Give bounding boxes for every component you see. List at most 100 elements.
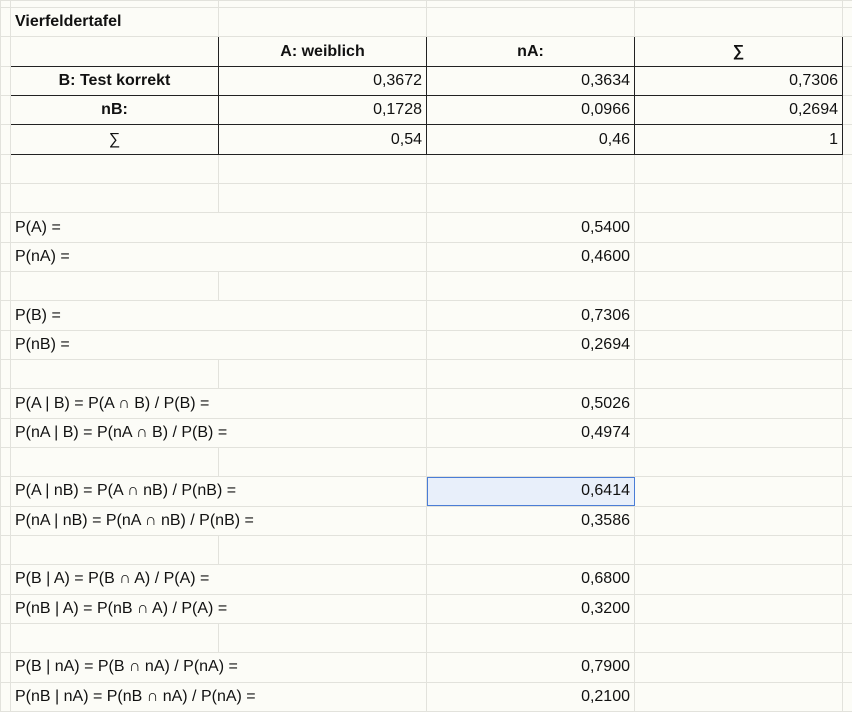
cell[interactable]	[218, 153, 427, 185]
cell[interactable]	[426, 183, 635, 214]
prob-value[interactable]: 0,2694	[426, 329, 635, 361]
cell[interactable]	[218, 446, 427, 478]
cell[interactable]	[842, 652, 852, 683]
prob-value[interactable]: 0,6800	[426, 564, 635, 595]
cell[interactable]	[0, 388, 11, 419]
prob-value[interactable]: 0,3586	[426, 505, 635, 536]
cell[interactable]	[842, 505, 852, 536]
column-header-a[interactable]: A: weiblich	[218, 36, 427, 67]
cell[interactable]	[634, 446, 843, 478]
cell[interactable]	[426, 534, 635, 566]
cell[interactable]	[634, 7, 843, 38]
row-header-b[interactable]: B: Test korrekt	[10, 65, 219, 97]
cell[interactable]	[0, 95, 11, 126]
cell[interactable]	[218, 622, 427, 654]
cell[interactable]	[0, 0, 11, 9]
cell[interactable]	[0, 36, 11, 67]
cell[interactable]	[10, 271, 219, 302]
cell[interactable]	[634, 241, 843, 273]
cell[interactable]	[842, 564, 852, 595]
cell[interactable]	[634, 212, 843, 243]
cell[interactable]	[842, 0, 852, 9]
cell[interactable]	[842, 476, 852, 507]
table-cell[interactable]: 0,2694	[634, 95, 843, 126]
prob-value[interactable]: 0,4600	[426, 241, 635, 273]
row-header-sum[interactable]: ∑	[10, 124, 219, 155]
cell[interactable]	[842, 300, 852, 331]
cell[interactable]	[10, 0, 219, 9]
cell[interactable]	[842, 622, 852, 654]
table-cell[interactable]: 0,3672	[218, 65, 427, 97]
cell[interactable]	[0, 300, 11, 331]
cell[interactable]	[634, 271, 843, 302]
cell[interactable]	[0, 212, 11, 243]
cell[interactable]	[10, 534, 219, 566]
cell[interactable]	[634, 681, 843, 712]
cell[interactable]	[426, 0, 635, 9]
cell[interactable]	[634, 417, 843, 449]
cell[interactable]	[842, 65, 852, 97]
prob-value[interactable]: 0,3200	[426, 593, 635, 624]
cell[interactable]	[0, 359, 11, 390]
prob-label[interactable]: P(nB) =	[10, 329, 427, 361]
cell[interactable]	[218, 534, 427, 566]
cell[interactable]	[10, 183, 219, 214]
cell[interactable]	[842, 124, 852, 155]
table-corner-cell[interactable]	[10, 36, 219, 67]
prob-label[interactable]: P(nA) =	[10, 241, 427, 273]
cell[interactable]	[634, 0, 843, 9]
cell[interactable]	[0, 417, 11, 449]
prob-value[interactable]: 0,5026	[426, 388, 635, 419]
cell[interactable]	[634, 476, 843, 507]
cell[interactable]	[842, 212, 852, 243]
prob-label[interactable]: P(nA | B) = P(nA ∩ B) / P(B) =	[10, 417, 427, 449]
prob-label[interactable]: P(nA | nB) = P(nA ∩ nB) / P(nB) =	[10, 505, 427, 536]
cell[interactable]	[634, 593, 843, 624]
prob-label[interactable]: P(B | A) = P(B ∩ A) / P(A) =	[10, 564, 427, 595]
prob-label[interactable]: P(nB | A) = P(nB ∩ A) / P(A) =	[10, 593, 427, 624]
cell[interactable]	[842, 534, 852, 566]
prob-label[interactable]: P(B | nA) = P(B ∩ nA) / P(nA) =	[10, 652, 427, 683]
cell[interactable]	[0, 476, 11, 507]
cell[interactable]	[426, 622, 635, 654]
cell[interactable]	[0, 622, 11, 654]
cell[interactable]	[0, 65, 11, 97]
cell[interactable]	[634, 564, 843, 595]
sheet-title[interactable]: Vierfeldertafel	[10, 7, 219, 38]
cell[interactable]	[634, 300, 843, 331]
prob-value[interactable]: 0,2100	[426, 681, 635, 712]
table-cell[interactable]: 0,0966	[426, 95, 635, 126]
cell[interactable]	[634, 153, 843, 185]
cell[interactable]	[842, 95, 852, 126]
cell[interactable]	[634, 652, 843, 683]
cell[interactable]	[0, 124, 11, 155]
prob-label[interactable]: P(A | B) = P(A ∩ B) / P(B) =	[10, 388, 427, 419]
cell[interactable]	[0, 183, 11, 214]
cell[interactable]	[842, 593, 852, 624]
cell[interactable]	[0, 564, 11, 595]
cell[interactable]	[426, 359, 635, 390]
cell[interactable]	[426, 271, 635, 302]
cell[interactable]	[0, 446, 11, 478]
table-cell[interactable]: 0,7306	[634, 65, 843, 97]
cell[interactable]	[842, 388, 852, 419]
cell[interactable]	[426, 7, 635, 38]
cell[interactable]	[218, 183, 427, 214]
cell[interactable]	[426, 446, 635, 478]
cell[interactable]	[218, 0, 427, 9]
prob-value[interactable]: 0,5400	[426, 212, 635, 243]
prob-label[interactable]: P(B) =	[10, 300, 427, 331]
cell[interactable]	[842, 183, 852, 214]
prob-value[interactable]: 0,7900	[426, 652, 635, 683]
prob-label[interactable]: P(A | nB) = P(A ∩ nB) / P(nB) =	[10, 476, 427, 507]
cell[interactable]	[842, 271, 852, 302]
cell[interactable]	[634, 388, 843, 419]
cell[interactable]	[634, 534, 843, 566]
cell[interactable]	[10, 446, 219, 478]
prob-label[interactable]: P(A) =	[10, 212, 427, 243]
table-cell[interactable]: 1	[634, 124, 843, 155]
cell[interactable]	[842, 329, 852, 361]
row-header-nb[interactable]: nB:	[10, 95, 219, 126]
cell[interactable]	[10, 622, 219, 654]
cell[interactable]	[10, 153, 219, 185]
